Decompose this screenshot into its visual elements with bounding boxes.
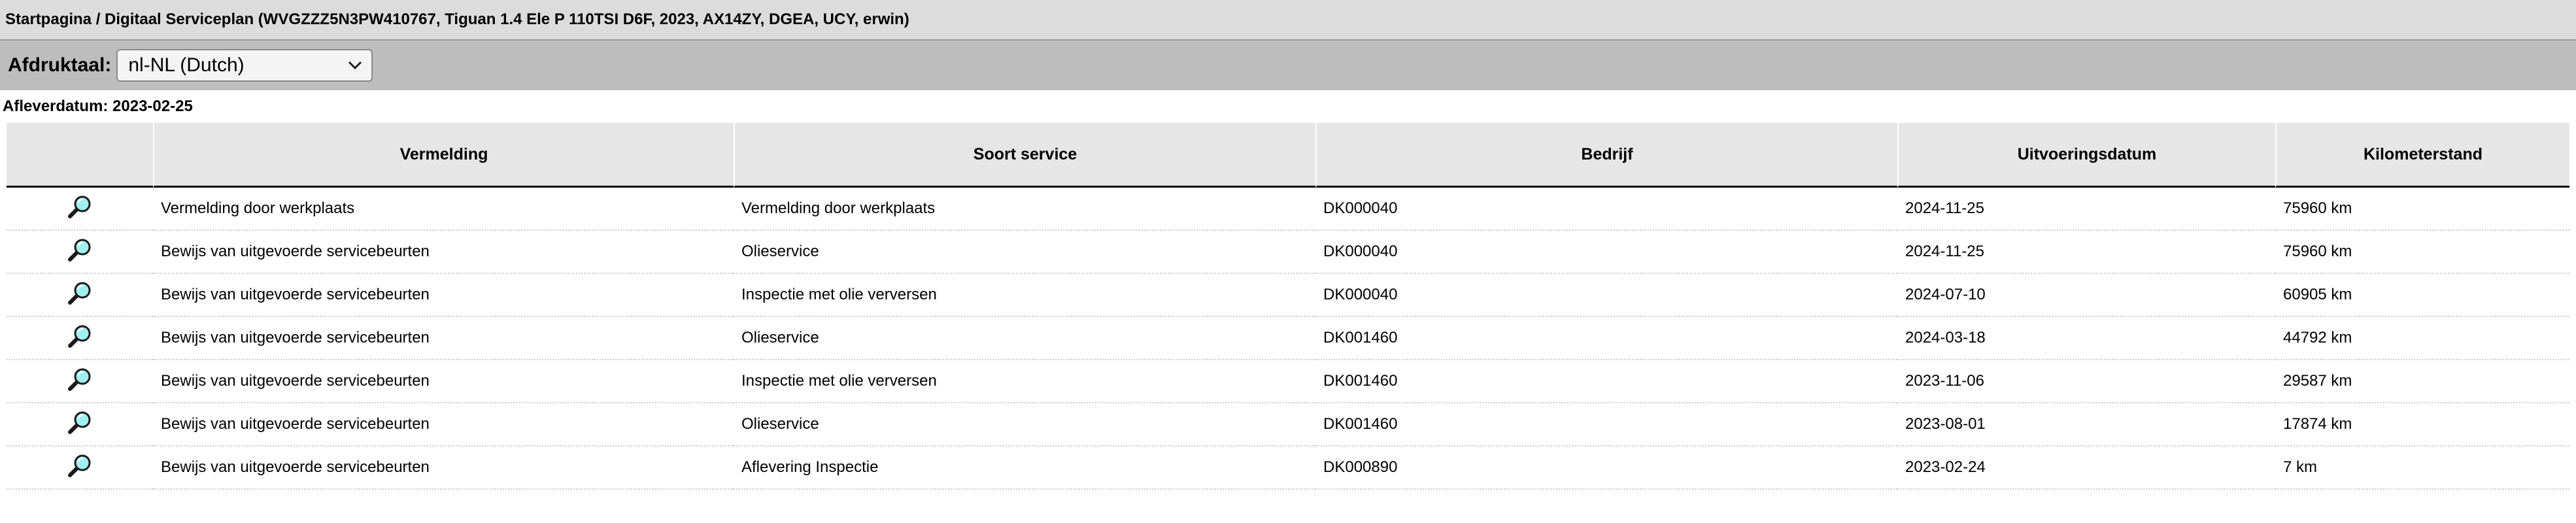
- cell-bedrijf: DK000040: [1315, 231, 1897, 274]
- cell-soort-service: Olieservice: [734, 317, 1315, 360]
- cell-soort-service: Olieservice: [734, 403, 1315, 447]
- cell-vermelding: Bewijs van uitgevoerde servicebeurten: [153, 360, 734, 403]
- row-action-cell: [7, 188, 153, 231]
- table-row: Bewijs van uitgevoerde servicebeurten Ol…: [7, 403, 2569, 447]
- cell-kilometerstand: 44792 km: [2275, 317, 2569, 360]
- cell-kilometerstand: 75960 km: [2275, 188, 2569, 231]
- cell-uitvoeringsdatum: 2023-11-06: [1897, 360, 2275, 403]
- column-header-vermelding[interactable]: Vermelding: [153, 123, 734, 188]
- language-bar: Afdruktaal: nl-NL (Dutch): [0, 41, 2576, 90]
- row-action-cell: [7, 447, 153, 490]
- table-row: Bewijs van uitgevoerde servicebeurten Ol…: [7, 231, 2569, 274]
- table-row: Bewijs van uitgevoerde servicebeurten In…: [7, 274, 2569, 317]
- cell-vermelding: Bewijs van uitgevoerde servicebeurten: [153, 231, 734, 274]
- language-select[interactable]: nl-NL (Dutch): [116, 49, 373, 82]
- cell-kilometerstand: 7 km: [2275, 447, 2569, 490]
- cell-soort-service: Olieservice: [734, 231, 1315, 274]
- magnifier-icon[interactable]: [67, 409, 93, 440]
- cell-bedrijf: DK001460: [1315, 403, 1897, 447]
- cell-vermelding: Bewijs van uitgevoerde servicebeurten: [153, 403, 734, 447]
- table-row: Bewijs van uitgevoerde servicebeurten In…: [7, 360, 2569, 403]
- breadcrumb: Startpagina / Digitaal Serviceplan (WVGZ…: [0, 0, 2576, 41]
- language-label: Afdruktaal:: [8, 54, 112, 76]
- magnifier-icon[interactable]: [67, 452, 93, 483]
- cell-uitvoeringsdatum: 2023-02-24: [1897, 447, 2275, 490]
- cell-bedrijf: DK000040: [1315, 274, 1897, 317]
- magnifier-icon[interactable]: [67, 237, 93, 267]
- cell-vermelding: Bewijs van uitgevoerde servicebeurten: [153, 447, 734, 490]
- cell-soort-service: Vermelding door werkplaats: [734, 188, 1315, 231]
- table-row: Vermelding door werkplaats Vermelding do…: [7, 188, 2569, 231]
- cell-uitvoeringsdatum: 2024-11-25: [1897, 231, 2275, 274]
- chevron-down-icon: [348, 61, 362, 70]
- cell-soort-service: Inspectie met olie verversen: [734, 274, 1315, 317]
- magnifier-icon[interactable]: [67, 323, 93, 354]
- breadcrumb-text: Startpagina / Digitaal Serviceplan (WVGZ…: [5, 10, 909, 28]
- column-header-soort-service[interactable]: Soort service: [734, 123, 1315, 188]
- magnifier-icon[interactable]: [67, 194, 93, 224]
- column-header-action: [7, 123, 153, 188]
- cell-uitvoeringsdatum: 2024-07-10: [1897, 274, 2275, 317]
- table-header-row: Vermelding Soort service Bedrijf Uitvoer…: [7, 123, 2569, 188]
- row-action-cell: [7, 231, 153, 274]
- cell-uitvoeringsdatum: 2024-11-25: [1897, 188, 2275, 231]
- cell-kilometerstand: 75960 km: [2275, 231, 2569, 274]
- column-header-bedrijf[interactable]: Bedrijf: [1315, 123, 1897, 188]
- cell-vermelding: Bewijs van uitgevoerde servicebeurten: [153, 274, 734, 317]
- column-header-kilometerstand[interactable]: Kilometerstand: [2275, 123, 2569, 188]
- cell-bedrijf: DK000890: [1315, 447, 1897, 490]
- row-action-cell: [7, 317, 153, 360]
- row-action-cell: [7, 360, 153, 403]
- cell-kilometerstand: 29587 km: [2275, 360, 2569, 403]
- table-row: Bewijs van uitgevoerde servicebeurten Af…: [7, 447, 2569, 490]
- cell-kilometerstand: 60905 km: [2275, 274, 2569, 317]
- cell-uitvoeringsdatum: 2024-03-18: [1897, 317, 2275, 360]
- cell-vermelding: Vermelding door werkplaats: [153, 188, 734, 231]
- cell-bedrijf: DK000040: [1315, 188, 1897, 231]
- magnifier-icon[interactable]: [67, 366, 93, 397]
- cell-vermelding: Bewijs van uitgevoerde servicebeurten: [153, 317, 734, 360]
- cell-uitvoeringsdatum: 2023-08-01: [1897, 403, 2275, 447]
- language-selected-value: nl-NL (Dutch): [128, 54, 245, 76]
- column-header-uitvoeringsdatum[interactable]: Uitvoeringsdatum: [1897, 123, 2275, 188]
- table-row: Bewijs van uitgevoerde servicebeurten Ol…: [7, 317, 2569, 360]
- service-table: Vermelding Soort service Bedrijf Uitvoer…: [7, 123, 2569, 490]
- row-action-cell: [7, 274, 153, 317]
- cell-kilometerstand: 17874 km: [2275, 403, 2569, 447]
- cell-bedrijf: DK001460: [1315, 360, 1897, 403]
- delivery-date: Afleverdatum: 2023-02-25: [3, 97, 193, 115]
- cell-soort-service: Aflevering Inspectie: [734, 447, 1315, 490]
- cell-bedrijf: DK001460: [1315, 317, 1897, 360]
- row-action-cell: [7, 403, 153, 447]
- magnifier-icon[interactable]: [67, 280, 93, 311]
- cell-soort-service: Inspectie met olie verversen: [734, 360, 1315, 403]
